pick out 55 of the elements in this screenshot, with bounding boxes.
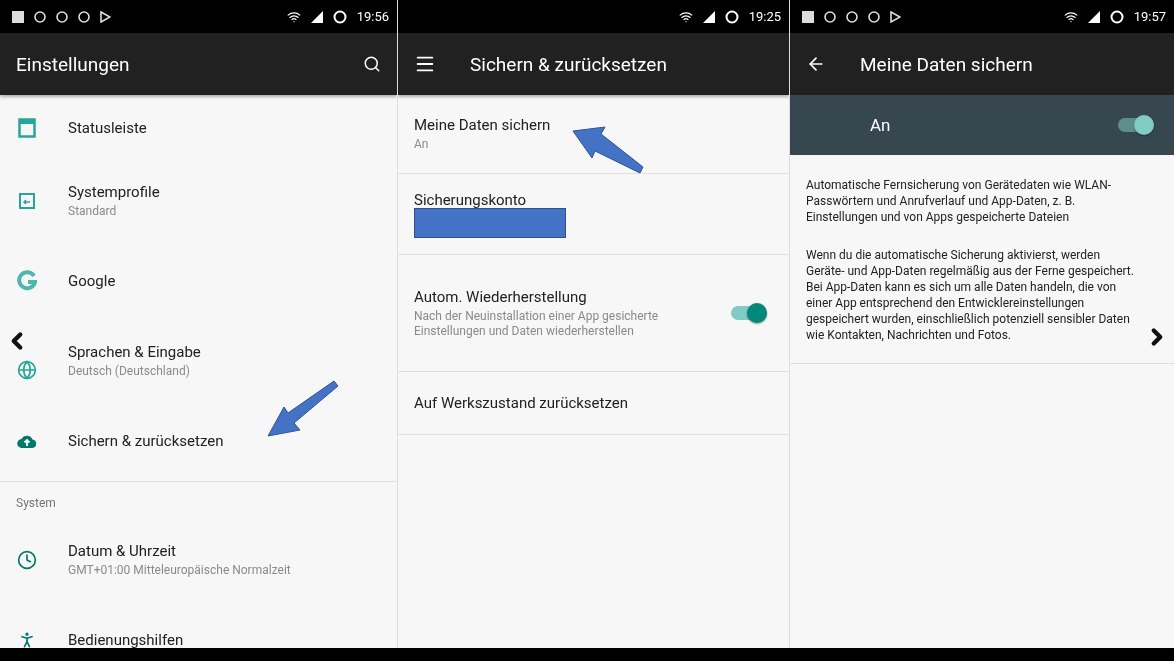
ring-icon bbox=[34, 10, 46, 23]
profile-box-icon bbox=[19, 193, 35, 209]
item-title: Sprachen & Eingabe bbox=[68, 343, 202, 361]
google-g-icon bbox=[17, 270, 37, 292]
status-time: 19:57 bbox=[1133, 9, 1166, 24]
battery-icon bbox=[724, 9, 739, 24]
ring-icon bbox=[824, 10, 836, 23]
item-title: Autom. Wiederherstellung bbox=[414, 287, 588, 306]
item-subtitle: Standard bbox=[68, 204, 118, 219]
signal-icon bbox=[702, 10, 715, 23]
play-icon bbox=[890, 10, 901, 23]
item-subtitle: GMT+01:00 Mitteleuropäische Normalzeit bbox=[68, 563, 292, 578]
settings-item[interactable]: Sicherungskonto bbox=[398, 174, 789, 255]
clock-icon bbox=[17, 550, 37, 570]
wifi-icon bbox=[286, 9, 301, 24]
item-title: Sicherungskonto bbox=[414, 190, 528, 209]
globe-icon bbox=[17, 360, 37, 380]
screen-title: Sichern & zurücksetzen bbox=[470, 52, 668, 76]
signal-icon bbox=[310, 10, 323, 23]
item-title: Bedienungshilfen bbox=[68, 631, 185, 648]
toggle-switch[interactable] bbox=[731, 306, 765, 320]
item-title: Systemprofile bbox=[68, 183, 161, 201]
item-title: Statusleiste bbox=[68, 119, 148, 137]
description-text: Wenn du die automatische Sicherung aktivierst, werden Geräte- und App-Daten regelmäßig aus der Ferne gespeichert. Bei App-Daten kann es sich um alle Daten handeln, die von einer App entsprechend den Entwicklereinstellungen gespeichert wurden, einschließlich potenziell sensibler Daten wie Kontakten, Nachrichten und Fotos. bbox=[805, 247, 1135, 343]
description-text: Automatische Fernsicherung von Gerätedaten wie WLAN-Passwörtern und Anrufverlauf und App-Daten, z. B. Einstellungen und von Apps gespeicherte Dateien bbox=[805, 177, 1113, 225]
item-subtitle: An bbox=[414, 137, 430, 152]
status-time: 19:25 bbox=[748, 9, 781, 24]
image-icon bbox=[802, 10, 814, 23]
item-title: Datum & Uhrzeit bbox=[68, 542, 177, 560]
item-subtitle: Deutsch (Deutschland) bbox=[68, 364, 191, 379]
wifi-icon bbox=[1063, 9, 1078, 24]
battery-icon bbox=[1109, 9, 1124, 24]
window-icon bbox=[18, 118, 36, 138]
wifi-icon bbox=[678, 9, 693, 24]
play-icon bbox=[100, 10, 111, 23]
toggle-switch[interactable] bbox=[1118, 118, 1152, 132]
cloud-upload-icon bbox=[17, 434, 37, 448]
item-title: Sichern & zurücksetzen bbox=[68, 432, 225, 450]
item-title: Auf Werkszustand zurücksetzen bbox=[414, 394, 630, 412]
switch-label: An bbox=[870, 115, 892, 135]
ring-icon bbox=[868, 10, 880, 23]
ring-icon bbox=[78, 10, 90, 23]
signal-icon bbox=[1087, 10, 1100, 23]
battery-icon bbox=[332, 9, 347, 24]
image-icon bbox=[12, 10, 24, 23]
search-icon[interactable] bbox=[363, 55, 381, 73]
section-header: System bbox=[0, 481, 397, 520]
screen-title: Einstellungen bbox=[16, 52, 131, 76]
item-title: Meine Daten sichern bbox=[414, 116, 552, 134]
item-subtitle: Nach der Neuinstallation einer App gesicherte Einstellungen und Daten wiederherstellen bbox=[414, 308, 660, 339]
status-time: 19:56 bbox=[356, 9, 389, 24]
screen-title: Meine Daten sichern bbox=[860, 52, 1034, 76]
item-title: Google bbox=[68, 272, 117, 290]
ring-icon bbox=[56, 10, 68, 23]
ring-icon bbox=[846, 10, 858, 23]
